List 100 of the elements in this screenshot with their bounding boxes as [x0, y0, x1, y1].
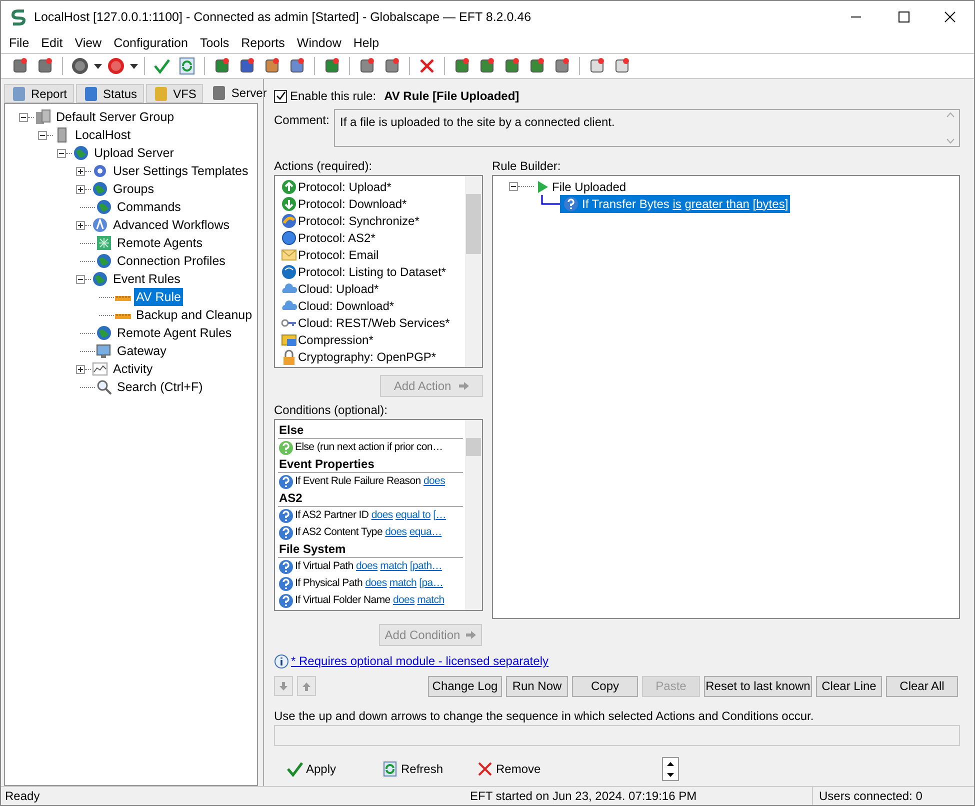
- action-item[interactable]: Protocol: Listing to Dataset*: [298, 262, 446, 280]
- condition-item[interactable]: If Virtual Path does match [path…: [295, 558, 442, 574]
- tree-item[interactable]: Search (Ctrl+F): [115, 378, 205, 396]
- link[interactable]: greater than: [684, 196, 750, 210]
- condition-item[interactable]: Else (run next action if prior con…: [295, 440, 443, 456]
- status-text: Ready: [4, 788, 41, 805]
- tree-item[interactable]: Event Rules: [111, 270, 182, 288]
- dropdown-icon: [130, 64, 138, 68]
- spin-down-icon[interactable]: [667, 772, 674, 776]
- close-icon[interactable]: [944, 11, 956, 23]
- spin-button[interactable]: [662, 757, 679, 781]
- menu-item[interactable]: File: [3, 34, 36, 52]
- link[interactable]: equa…: [409, 526, 442, 538]
- link[interactable]: does: [423, 474, 446, 487]
- action-item[interactable]: Protocol: Email: [298, 246, 379, 264]
- condition-item[interactable]: If AS2 Content Type does equa…: [295, 524, 442, 540]
- link[interactable]: […: [433, 508, 446, 521]
- collapse-icon[interactable]: [57, 148, 66, 158]
- action-item[interactable]: Protocol: Upload*: [298, 178, 392, 196]
- action-button[interactable]: Clear All: [886, 676, 958, 696]
- collapse-icon[interactable]: [19, 112, 28, 122]
- link[interactable]: does: [392, 594, 415, 606]
- remove-button[interactable]: Remove: [477, 758, 572, 780]
- menu-item[interactable]: Tools: [194, 34, 236, 52]
- menu-item[interactable]: Edit: [35, 34, 69, 52]
- link[interactable]: match: [389, 576, 416, 589]
- apply-button[interactable]: Apply: [287, 758, 382, 780]
- collapse-icon[interactable]: [509, 182, 518, 191]
- link[interactable]: does: [385, 526, 407, 538]
- action-item[interactable]: Cloud: REST/Web Services*: [298, 314, 450, 332]
- menu-item[interactable]: Configuration: [108, 34, 194, 52]
- tree-item[interactable]: User Settings Templates: [111, 162, 250, 180]
- menu-item[interactable]: Help: [347, 34, 386, 52]
- globe-icon: [73, 145, 89, 161]
- arrow-up-icon: [302, 682, 311, 690]
- action-button[interactable]: Run Now: [506, 676, 568, 696]
- tab[interactable]: Status: [76, 84, 144, 103]
- action-item[interactable]: Cryptography: OpenPGP*: [298, 348, 436, 366]
- expand-icon[interactable]: [76, 166, 85, 176]
- tree-item[interactable]: Upload Server: [92, 144, 176, 162]
- condition-item[interactable]: If Physical Path does match [pa…: [295, 576, 444, 592]
- condition-item[interactable]: If AS2 Partner ID does equal to […: [295, 508, 446, 524]
- scrollbar[interactable]: [465, 176, 482, 367]
- link[interactable]: is: [672, 196, 682, 210]
- spin-up-icon[interactable]: [667, 762, 674, 766]
- question-icon: [278, 474, 294, 490]
- condition-item[interactable]: If Virtual Folder Name does match: [295, 592, 444, 608]
- link[interactable]: [pa…: [419, 576, 444, 589]
- action-item[interactable]: Compression*: [298, 330, 374, 348]
- link[interactable]: [bytes]: [752, 196, 788, 210]
- globe-icon: [281, 230, 297, 246]
- tree-item[interactable]: Remote Agent Rules: [115, 324, 234, 342]
- link[interactable]: does: [365, 576, 387, 589]
- tree-item[interactable]: Backup and Cleanup: [134, 306, 254, 324]
- tree-item[interactable]: Commands: [115, 198, 183, 216]
- condition-node[interactable]: If Transfer Bytes is greater than [bytes]: [560, 194, 790, 212]
- tree-item[interactable]: Connection Profiles: [115, 252, 228, 270]
- menu-item[interactable]: View: [68, 34, 108, 52]
- action-item[interactable]: Protocol: Synchronize*: [298, 212, 420, 230]
- expand-icon[interactable]: [76, 184, 85, 194]
- link[interactable]: does: [371, 508, 393, 521]
- condition-item[interactable]: If Event Rule Failure Reason does: [295, 474, 446, 490]
- question-icon: [278, 524, 294, 540]
- action-item[interactable]: Cloud: Upload*: [298, 280, 379, 298]
- link[interactable]: match: [417, 594, 444, 606]
- action-button[interactable]: Clear Line: [816, 676, 882, 696]
- action-button[interactable]: Change Log: [428, 676, 502, 696]
- event-node[interactable]: File Uploaded: [552, 178, 626, 196]
- collapse-icon[interactable]: [76, 274, 85, 284]
- tree-item[interactable]: LocalHost: [73, 126, 133, 144]
- tree-item[interactable]: Activity: [111, 360, 155, 378]
- tab[interactable]: VFS: [146, 84, 204, 103]
- expand-icon[interactable]: [76, 364, 85, 374]
- license-note-link[interactable]: * Requires optional module - licensed separately: [291, 652, 548, 670]
- maximize-icon[interactable]: [898, 11, 910, 23]
- question-icon: [278, 508, 294, 524]
- enable-label: Enable this rule:: [290, 88, 376, 105]
- expand-icon[interactable]: [76, 220, 85, 230]
- action-button[interactable]: Copy: [572, 676, 638, 696]
- scrollbar[interactable]: [465, 420, 482, 610]
- tree-item[interactable]: AV Rule: [134, 288, 183, 306]
- action-button[interactable]: Reset to last known: [704, 676, 812, 696]
- link[interactable]: [path…: [410, 560, 442, 572]
- action-item[interactable]: Protocol: AS2*: [298, 228, 376, 246]
- tree-item[interactable]: Groups: [111, 180, 156, 198]
- link[interactable]: equal to: [396, 508, 430, 521]
- link[interactable]: does: [356, 560, 378, 572]
- tab[interactable]: Report: [4, 84, 74, 103]
- action-item[interactable]: Protocol: Download*: [298, 194, 407, 212]
- tree-item[interactable]: Default Server Group: [54, 108, 176, 126]
- tree-item[interactable]: Gateway: [115, 342, 168, 360]
- refresh-button[interactable]: Refresh: [382, 758, 477, 780]
- tree-item[interactable]: Remote Agents: [115, 234, 204, 252]
- menu-item[interactable]: Reports: [235, 34, 291, 52]
- collapse-icon[interactable]: [38, 130, 47, 140]
- tree-item[interactable]: Advanced Workflows: [111, 216, 232, 234]
- link[interactable]: match: [380, 560, 408, 572]
- enable-checkbox[interactable]: [274, 90, 287, 102]
- menu-item[interactable]: Window: [290, 34, 348, 52]
- action-item[interactable]: Cloud: Download*: [298, 296, 394, 314]
